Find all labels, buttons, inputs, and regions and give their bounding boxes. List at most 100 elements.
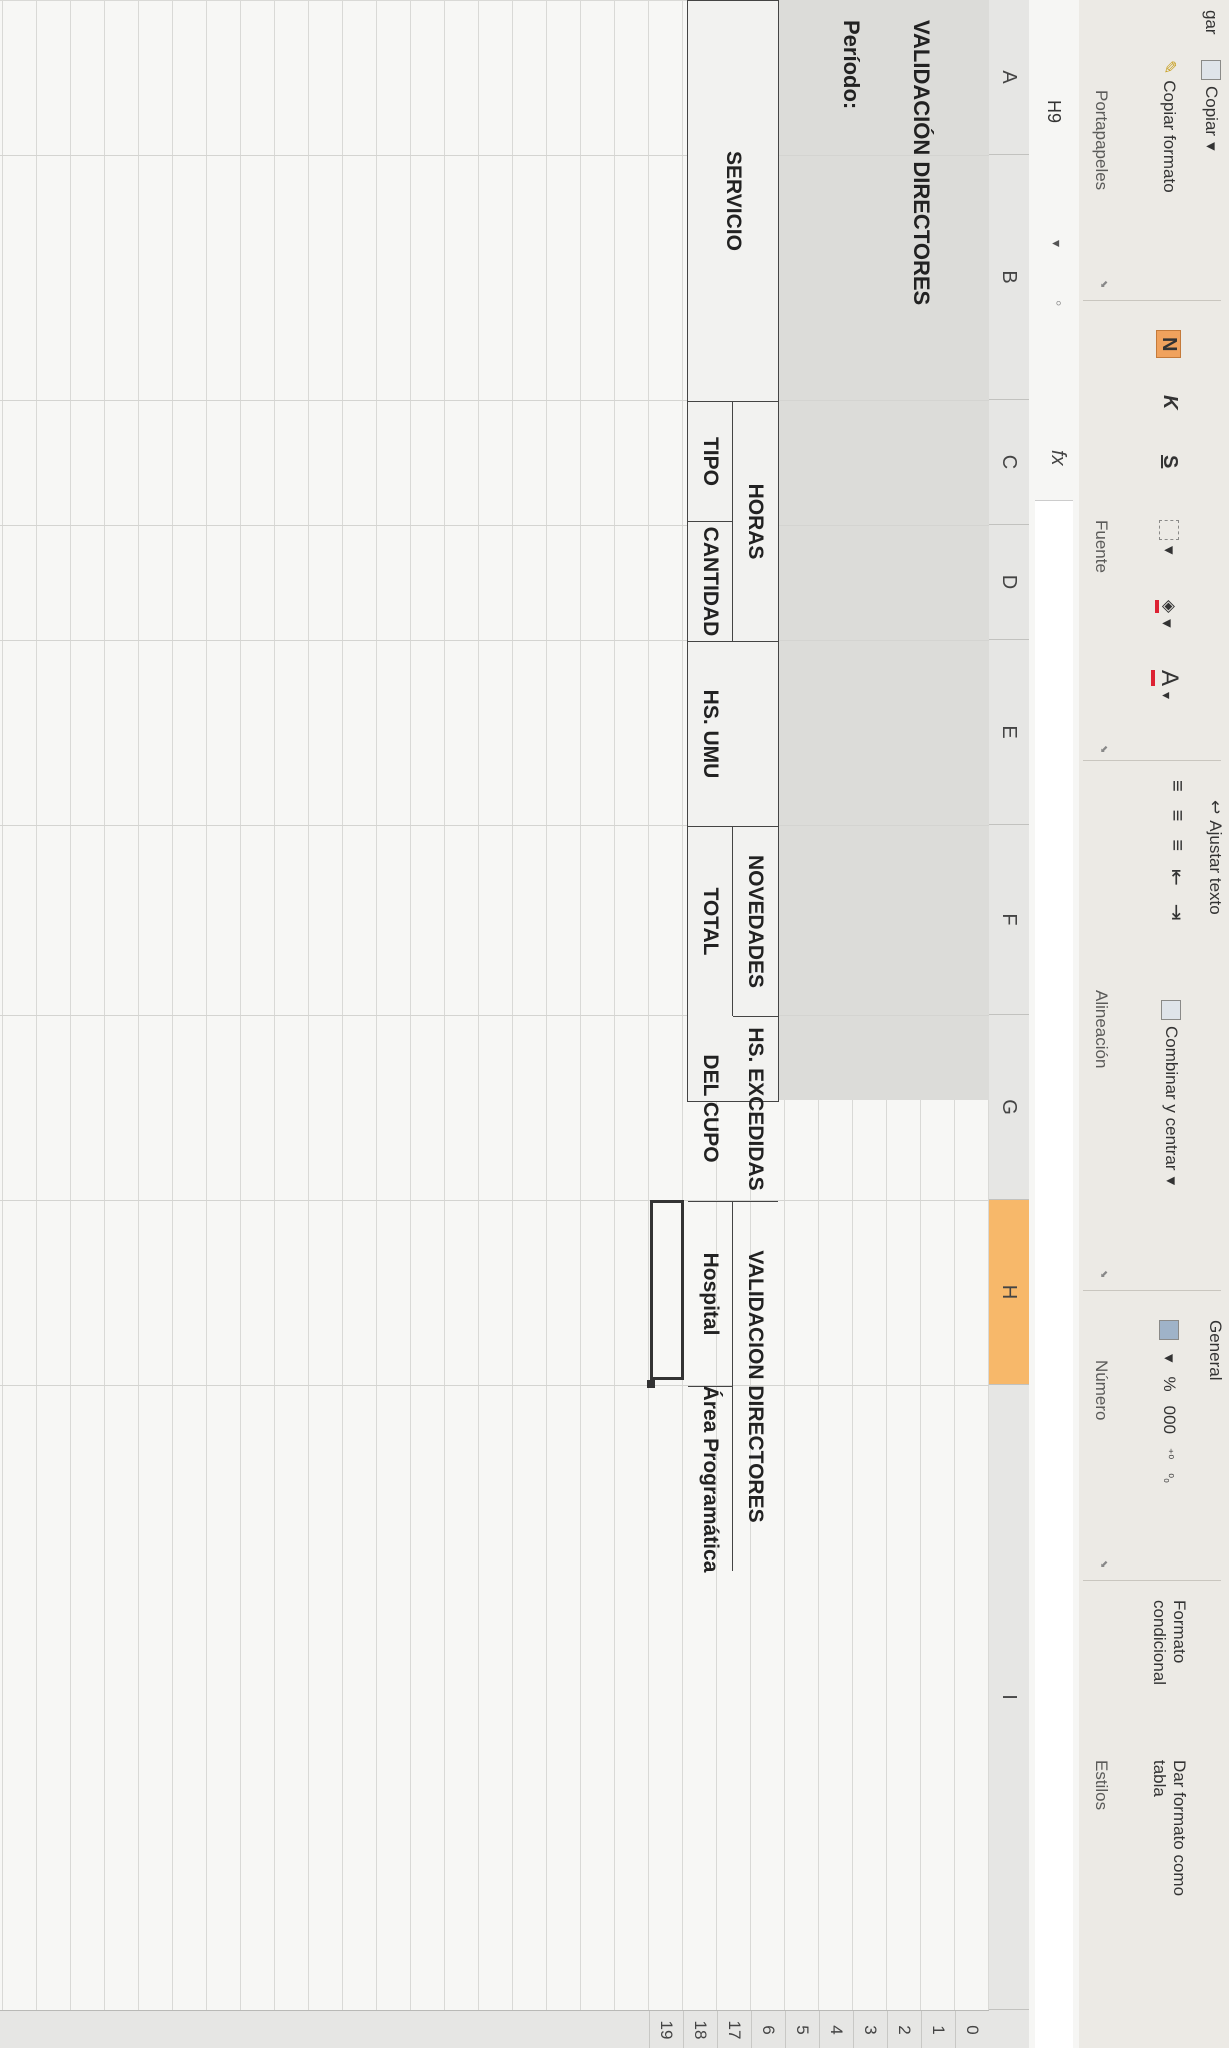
excel-window: gar Copiar ▾ ✎ Copiar formato Portapapel… [0,0,1229,2048]
column-header[interactable]: D [989,525,1029,640]
row-header[interactable]: 0 [955,2011,989,2048]
bold-button[interactable]: N [1156,330,1181,359]
sheet-title[interactable]: VALIDACIÓN DIRECTORES [908,20,934,305]
row-header[interactable]: 1 [921,2011,955,2048]
underline-button[interactable]: S [1158,455,1181,468]
gridline [0,400,989,401]
decrease-indent-icon[interactable]: ⇤ [1164,869,1189,886]
header-hs-umu[interactable]: HS. UMU [688,641,778,826]
worksheet-grid[interactable]: VALIDACIÓN DIRECTORES Período: SERVICIO … [0,0,989,2010]
group-separator [1083,300,1221,301]
currency-icon[interactable] [1159,1320,1179,1340]
column-header[interactable]: E [989,640,1029,825]
italic-button[interactable]: K [1158,395,1181,409]
row-header[interactable]: 2 [887,2011,921,2048]
format-painter-label: Copiar formato [1160,80,1179,193]
dialog-launcher-icon[interactable]: ⬊ [1098,280,1109,288]
conditional-format-button[interactable]: Formato condicional [1149,1600,1189,1750]
header-total[interactable]: TOTAL [688,826,733,1016]
header-novedades[interactable]: NOVEDADES [733,826,778,1016]
fill-color-button[interactable]: ◈ ▾ [1155,600,1179,628]
merge-center-button[interactable]: Combinar y centrar ▾ [1161,1000,1181,1185]
row-headers: 0 1 2 3 4 5 6 17 18 19 [0,2010,989,2048]
header-del-cupo[interactable]: DEL CUPO [688,1016,733,1201]
row-header[interactable]: 4 [819,2011,853,2048]
fx-icon[interactable]: fx [1046,450,1069,466]
row-header[interactable]: 19 [649,2011,683,2048]
gridline [0,640,989,641]
percent-button[interactable]: % [1159,1377,1179,1392]
align-buttons: ≡ ≡ ≡ ⇤ ⇥ [1164,780,1189,921]
format-as-table-button[interactable]: Dar formato como tabla [1149,1760,1189,1900]
formula-input[interactable] [1035,500,1073,2048]
paste-label: gar [1202,10,1221,35]
header-hospital[interactable]: Hospital [688,1201,733,1386]
format-as-table-label: Dar formato como tabla [1150,1760,1189,1897]
name-box-value: H9 [1044,100,1065,124]
row-header[interactable]: 17 [717,2011,751,2048]
chevron-down-icon: ▾ [1202,142,1221,151]
wrap-text-icon: ↩ [1206,800,1225,815]
column-header-selected[interactable]: H [989,1200,1029,1385]
column-header[interactable]: B [989,155,1029,400]
column-header[interactable]: C [989,400,1029,525]
gridline [0,1015,989,1016]
gridline [0,525,989,526]
increase-indent-icon[interactable]: ⇥ [1164,904,1189,921]
format-painter-button[interactable]: ✎ Copiar formato [1159,60,1179,193]
chevron-down-icon: ▾ [1158,619,1177,628]
period-label[interactable]: Período: [838,20,864,109]
validation-table-header: SERVICIO HORAS TIPO CANTIDAD HS. UMU NOV… [687,0,779,1572]
copy-button[interactable]: Copiar ▾ [1201,60,1221,151]
gridline [0,155,989,156]
cancel-icon: ◦ [1049,300,1069,307]
number-format-dropdown[interactable]: General [1205,1320,1225,1380]
column-header[interactable]: G [989,1015,1029,1200]
number-format-label: General [1206,1320,1225,1381]
align-center-icon[interactable]: ≡ [1165,810,1188,822]
align-right-icon[interactable]: ≡ [1165,839,1188,851]
gridline [0,1200,989,1201]
column-header[interactable]: A [989,0,1029,155]
increase-decimal-icon[interactable]: ⁺⁰ [1162,1448,1176,1459]
header-cantidad[interactable]: CANTIDAD [688,521,733,641]
wrap-text-button[interactable]: ↩ Ajustar texto [1205,800,1225,915]
group-label-numero: Número [1092,1360,1111,1421]
name-box[interactable]: H9 [1039,100,1069,210]
copy-label: Copiar [1202,86,1221,137]
dialog-launcher-icon[interactable]: ⬊ [1098,1270,1109,1278]
column-header[interactable]: I [989,1385,1029,2010]
row-header[interactable]: 5 [785,2011,819,2048]
decrease-decimal-icon[interactable]: ⁰₀ [1162,1473,1176,1483]
number-buttons: ▾ % 000 ⁺⁰ ⁰₀ [1159,1320,1179,1483]
gridline [0,825,989,826]
group-label-alineacion: Alineación [1092,990,1111,1069]
ribbon: gar Copiar ▾ ✎ Copiar formato Portapapel… [1078,0,1229,2048]
row-header[interactable]: 6 [751,2011,785,2048]
chevron-down-icon: ▾ [1160,1354,1179,1363]
fill-handle[interactable] [647,1380,655,1388]
row-header[interactable]: 18 [683,2011,717,2048]
header-hs-excedidas[interactable]: HS. EXCEDIDAS [733,1016,778,1201]
borders-button[interactable]: ▾ [1159,520,1179,555]
dialog-launcher-icon[interactable]: ⬊ [1098,745,1109,753]
thousands-button[interactable]: 000 [1159,1406,1179,1434]
font-color-button[interactable]: A ▾ [1151,670,1183,699]
chevron-down-icon: ▾ [1159,692,1176,700]
paste-button[interactable]: gar [1201,10,1221,35]
header-horas[interactable]: HORAS [733,401,778,641]
header-validacion-directores[interactable]: VALIDACION DIRECTORES [733,1201,778,1571]
active-cell-h9[interactable] [650,1200,684,1380]
chevron-down-icon[interactable]: ▾ [1048,240,1065,247]
dialog-launcher-icon[interactable]: ⬊ [1098,1560,1109,1568]
group-separator [1083,760,1221,761]
group-label-portapapeles: Portapapeles [1092,90,1111,191]
column-header[interactable]: F [989,825,1029,1015]
header-area-programatica[interactable]: Área Programática [688,1386,733,1572]
conditional-format-label: Formato condicional [1150,1600,1189,1686]
gridline [0,1385,989,1386]
align-left-icon[interactable]: ≡ [1165,780,1188,792]
header-servicio[interactable]: SERVICIO [688,1,778,401]
header-tipo[interactable]: TIPO [688,401,733,521]
row-header[interactable]: 3 [853,2011,887,2048]
